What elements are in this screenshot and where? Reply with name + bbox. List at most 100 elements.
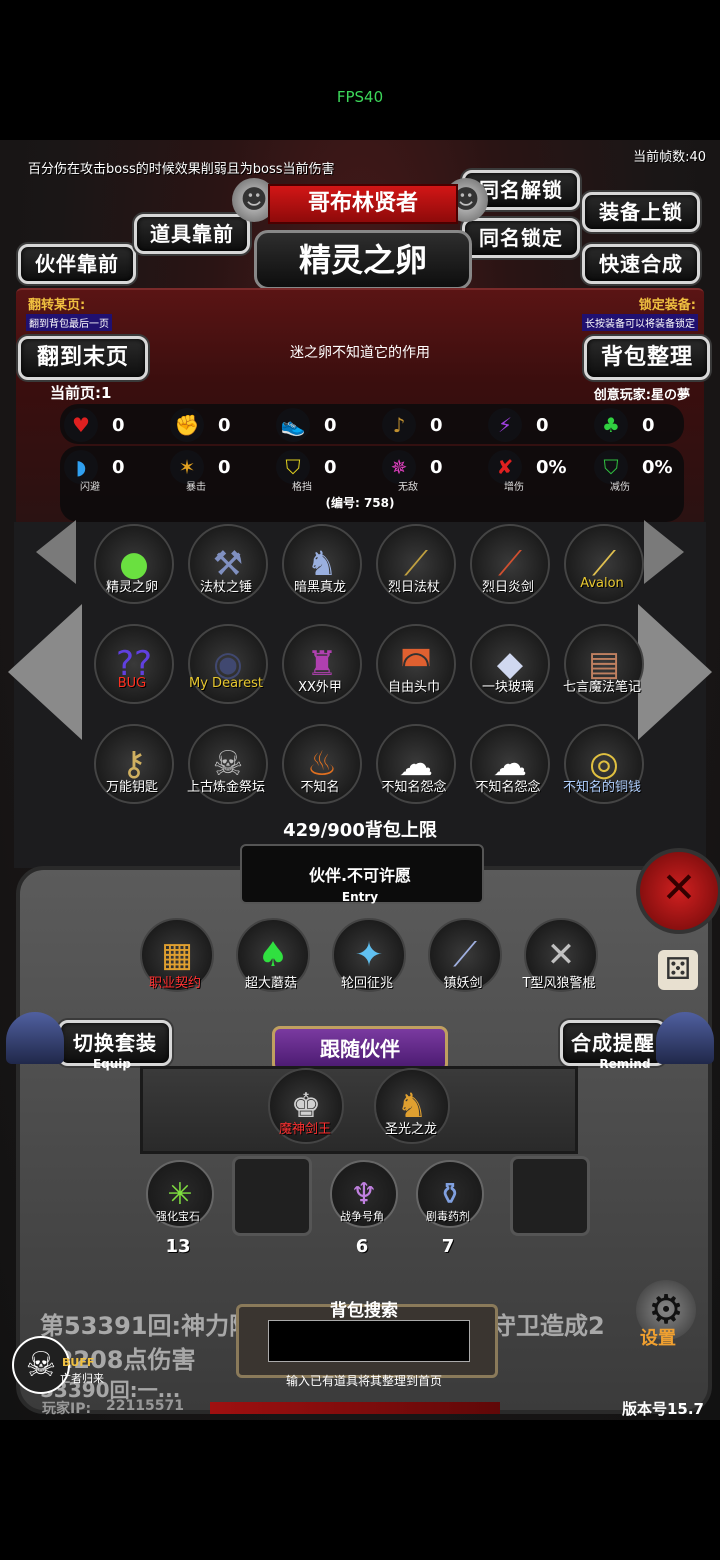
- clover-icon: ♣: [594, 408, 628, 442]
- stat-value: 0%: [536, 456, 567, 478]
- stat-lightning: ⚡ 0: [488, 408, 588, 442]
- settings-label[interactable]: 设置: [640, 1324, 676, 1350]
- stat-label: 减伤: [610, 482, 630, 493]
- follower-label: 魔神剑王: [278, 1122, 331, 1137]
- companion-front-button[interactable]: 伙伴靠前: [18, 244, 136, 284]
- follower-label: 圣光之龙: [384, 1122, 437, 1137]
- companion-item-label: T型风狼警棍: [522, 976, 596, 991]
- search-title: 背包搜索: [330, 1301, 398, 1321]
- stat-value: 0: [324, 414, 337, 436]
- stat-strength: ✊ 0: [170, 408, 270, 442]
- stat-lyre: ♪ 0: [382, 408, 482, 442]
- stat-value: 0: [218, 414, 231, 436]
- next-page-arrow-icon[interactable]: [638, 604, 712, 740]
- stat-value: 0%: [642, 456, 673, 478]
- companion-item-label: 超大蘑菇: [244, 976, 297, 991]
- stat-value: 0: [112, 456, 125, 478]
- player-ip-label: 玩家IP:: [42, 1401, 92, 1417]
- stat-value: 0: [430, 456, 443, 478]
- quick-merge-button[interactable]: 快速合成: [582, 244, 700, 284]
- stat-value: 0: [324, 456, 337, 478]
- item-subtitle: 哥布林贤者: [268, 184, 458, 224]
- stat-label: 暴击: [186, 482, 206, 493]
- flip-desc: 翻到背包最后一页: [26, 314, 112, 331]
- bag-capacity: 429/900背包上限: [283, 820, 437, 841]
- empty-consumable-slot[interactable]: [510, 1156, 590, 1236]
- shoe-icon: 👟: [276, 408, 310, 442]
- companion-item-label: 镇妖剑: [443, 976, 483, 991]
- consumable-count: 13: [165, 1236, 191, 1257]
- bag-sort-button[interactable]: 背包整理: [584, 336, 710, 380]
- follower-shelf: [140, 1066, 578, 1154]
- stat-value: 0: [218, 456, 231, 478]
- stat-label: 闪避: [80, 482, 100, 493]
- creator-credit: 创意玩家:星の夢: [593, 388, 690, 403]
- player-ip: 22115571: [106, 1398, 184, 1414]
- same-name-lock-button[interactable]: 同名锁定: [462, 218, 580, 258]
- buff-label: BUFF: [62, 1356, 95, 1369]
- item-description: 迷之卵不知道它的作用: [290, 345, 430, 361]
- close-button[interactable]: ✕: [636, 848, 720, 934]
- consumable-label: 强化宝石: [156, 1210, 200, 1223]
- fps-counter: FPS40: [336, 88, 384, 106]
- stat-value: 0: [112, 414, 125, 436]
- serial-number: (编号: 758): [325, 496, 395, 510]
- stat-label: 无敌: [398, 482, 418, 493]
- companion-entry: Entry: [341, 890, 379, 904]
- search-hint: 输入已有道具将其整理到首页: [285, 1374, 442, 1388]
- stat-value: 0: [536, 414, 549, 436]
- prev-page-arrow-icon[interactable]: [8, 604, 82, 740]
- to-last-page-button[interactable]: 翻到末页: [18, 336, 148, 380]
- frame-rate: 当前帧数:40: [633, 150, 706, 165]
- dark-orb-icon[interactable]: ◉: [188, 624, 268, 704]
- version: 版本号15.7: [621, 1400, 704, 1418]
- battle-log-line-1b: 守卫造成2: [492, 1312, 605, 1340]
- avalon-sword-icon[interactable]: ⟋: [564, 524, 644, 604]
- buff-sub: 亡者归来: [60, 1372, 104, 1385]
- progress-bar: [210, 1402, 500, 1414]
- stat-invincible: ✵ 0 无敌: [382, 450, 482, 493]
- companion-item-label: 轮回征兆: [340, 976, 393, 991]
- stat-label: 增伤: [504, 482, 524, 493]
- lock-desc: 长按装备可以将装备锁定: [582, 314, 698, 331]
- stat-clover: ♣ 0: [594, 408, 694, 442]
- item-front-button[interactable]: 道具靠前: [134, 214, 250, 254]
- helmet-icon-left: [6, 1012, 64, 1064]
- consumable-label: 剧毒药剂: [426, 1210, 470, 1223]
- battle-log-line-1a: 第53391回:神力附: [40, 1312, 254, 1340]
- stat-dodge: ◗ 0 闪避: [64, 450, 164, 493]
- current-page: 当前页:1: [50, 384, 112, 402]
- inventory-item-label: Avalon: [580, 576, 624, 591]
- stat-value: 0: [430, 414, 443, 436]
- stat-label: 格挡: [292, 482, 312, 493]
- helmet-icon-right: [656, 1012, 714, 1064]
- empty-consumable-slot[interactable]: [232, 1156, 312, 1236]
- next-small-arrow-icon[interactable]: [644, 520, 684, 584]
- equip-lock-button[interactable]: 装备上锁: [582, 192, 700, 232]
- search-input[interactable]: [268, 1320, 470, 1362]
- stat-damage-reduce: ⛉ 0% 减伤: [594, 450, 694, 493]
- lock-label: 锁定装备:: [638, 298, 696, 313]
- inventory-item-label: 不知名的铜钱: [562, 780, 641, 795]
- consumable-count: 7: [441, 1236, 455, 1257]
- strength-icon: ✊: [170, 408, 204, 442]
- stat-crit: ✶ 0 暴击: [170, 450, 270, 493]
- flip-label: 翻转某页:: [28, 298, 86, 313]
- dice-icon[interactable]: ⚄: [658, 950, 698, 990]
- heart-icon: ♥: [64, 408, 98, 442]
- stat-damage-up: ✘ 0% 增伤: [488, 450, 588, 493]
- prev-small-arrow-icon[interactable]: [36, 520, 76, 584]
- stat-value: 0: [642, 414, 655, 436]
- companion-title: 伙伴.不可许愿: [308, 866, 412, 885]
- stat-shoe: 👟 0: [276, 408, 376, 442]
- lyre-icon: ♪: [382, 408, 416, 442]
- companion-item-label: 职业契约: [148, 976, 201, 991]
- item-title: 精灵之卵: [254, 230, 472, 290]
- stat-block: ⛉ 0 格挡: [276, 450, 376, 493]
- bug-icon[interactable]: ??: [94, 624, 174, 704]
- stat-heart: ♥ 0: [64, 408, 164, 442]
- game-stage: 百分伤在攻击boss的时候效果削弱且为boss当前伤害 当前帧数:40 伙伴靠前…: [0, 140, 720, 1420]
- hint-note: 百分伤在攻击boss的时候效果削弱且为boss当前伤害: [28, 162, 335, 177]
- lightning-icon: ⚡: [488, 408, 522, 442]
- inventory-item-label: 七言魔法笔记: [562, 680, 641, 695]
